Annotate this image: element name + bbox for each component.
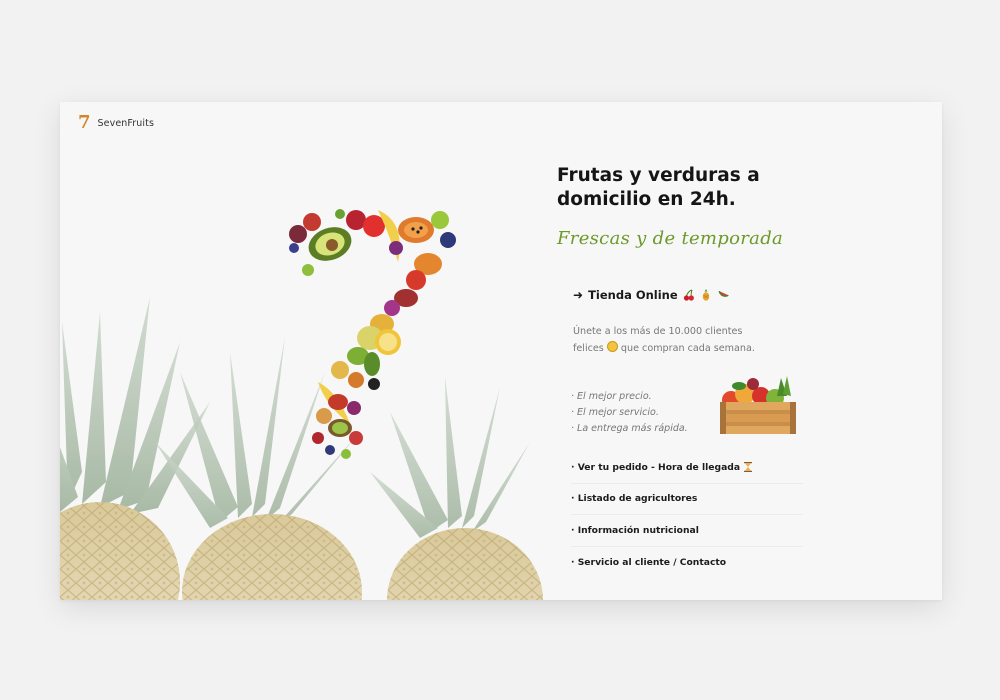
- benefit-service: · El mejor servicio.: [571, 407, 659, 418]
- smile-icon: [606, 340, 618, 352]
- landing-page: 7 SevenFruits Frutas y verduras a domici…: [60, 102, 942, 600]
- logo-mark: 7: [78, 112, 91, 133]
- online-shop-label: Tienda Online: [588, 288, 678, 302]
- link-nutrition-info-label: · Información nutricional: [571, 524, 699, 536]
- hero-tagline: Frescas y de temporada: [557, 228, 784, 249]
- cherries-icon: [683, 289, 694, 301]
- hourglass-icon: [744, 462, 753, 473]
- link-order-tracking-label: · Ver tu pedido - Hora de llegada: [571, 461, 741, 473]
- benefit-delivery: · La entrega más rápida.: [571, 423, 688, 434]
- description-part2: que compran cada semana.: [620, 342, 755, 354]
- pineapple-icon: [702, 289, 709, 301]
- benefits-list: · El mejor precio. · El mejor servicio. …: [571, 389, 688, 437]
- logo[interactable]: 7 SevenFruits: [78, 114, 154, 132]
- arrow-right-icon: ➜: [573, 288, 584, 302]
- link-order-tracking[interactable]: · Ver tu pedido - Hora de llegada: [571, 452, 803, 484]
- fruit-crate-icon: [720, 376, 796, 434]
- link-customer-service[interactable]: · Servicio al cliente / Contacto: [571, 547, 803, 579]
- link-customer-service-label: · Servicio al cliente / Contacto: [571, 556, 727, 568]
- link-farmers-list-label: · Listado de agricultores: [571, 493, 698, 505]
- fruit-seven-illustration: [289, 209, 456, 459]
- hero-headline: Frutas y verduras a domicilio en 24h.: [557, 165, 760, 210]
- link-farmers-list[interactable]: · Listado de agricultores: [571, 484, 803, 515]
- benefit-price: · El mejor precio.: [571, 391, 652, 402]
- customers-description: Únete a los más de 10.000 clientes felic…: [573, 324, 763, 357]
- quick-links: · Ver tu pedido - Hora de llegada · List…: [571, 452, 803, 578]
- hero-content: Frutas y verduras a domicilio en 24h. Fr…: [557, 102, 942, 600]
- link-nutrition-info[interactable]: · Información nutricional: [571, 515, 803, 547]
- watermelon-icon: [718, 290, 729, 297]
- logo-text: SevenFruits: [97, 117, 155, 129]
- online-shop-link[interactable]: ➜ Tienda Online: [573, 288, 729, 302]
